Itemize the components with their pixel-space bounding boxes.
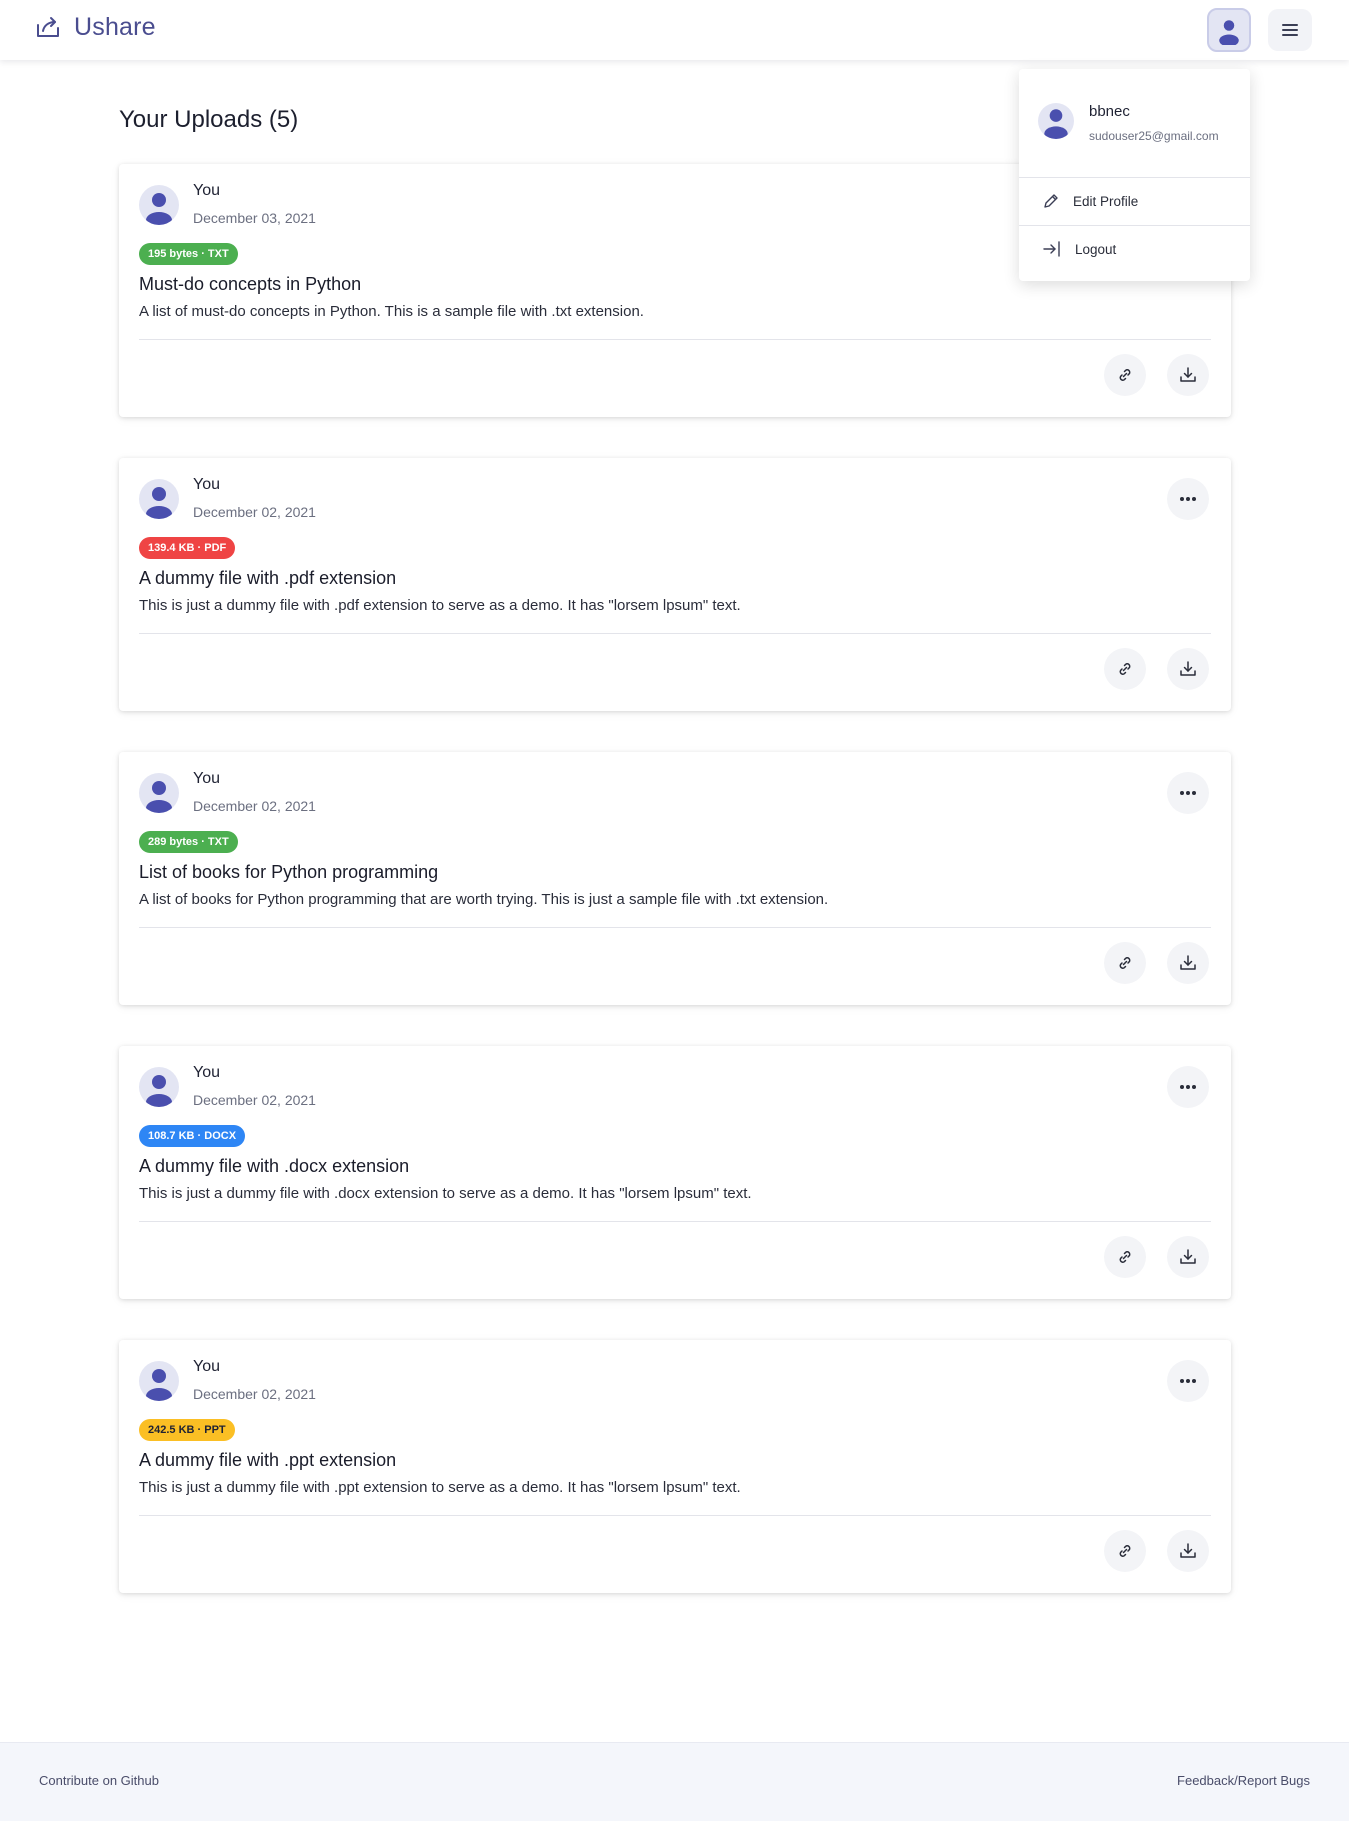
owner-name: You bbox=[193, 182, 220, 199]
user-dropdown-menu: bbnec sudouser25@gmail.com Edit Profile … bbox=[1019, 69, 1250, 281]
file-description: This is just a dummy file with .pdf exte… bbox=[139, 597, 741, 614]
download-icon bbox=[1180, 1543, 1196, 1558]
owner-name: You bbox=[193, 1064, 220, 1081]
dropdown-avatar bbox=[1038, 103, 1074, 139]
dropdown-email: sudouser25@gmail.com bbox=[1089, 129, 1219, 143]
upload-date: December 02, 2021 bbox=[193, 504, 316, 520]
top-navbar: Ushare bbox=[0, 0, 1349, 60]
footer: Contribute on Github Feedback/Report Bug… bbox=[0, 1742, 1349, 1821]
brand-logo-link[interactable]: Ushare bbox=[34, 12, 156, 42]
upload-card: You December 02, 2021 242.5 KB · PPT A dumm… bbox=[119, 1340, 1231, 1593]
link-icon bbox=[1119, 1545, 1131, 1557]
more-options-button[interactable] bbox=[1167, 772, 1209, 814]
link-icon bbox=[1119, 957, 1131, 969]
download-button[interactable] bbox=[1167, 648, 1209, 690]
owner-avatar bbox=[139, 479, 179, 519]
edit-profile-label: Edit Profile bbox=[1073, 193, 1139, 209]
more-options-button[interactable] bbox=[1167, 1066, 1209, 1108]
copy-link-button[interactable] bbox=[1104, 1530, 1146, 1572]
upload-date: December 03, 2021 bbox=[193, 210, 316, 226]
pencil-icon bbox=[1044, 194, 1058, 208]
file-title: List of books for Python programming bbox=[139, 862, 439, 882]
card-divider bbox=[139, 633, 1211, 634]
owner-avatar bbox=[139, 773, 179, 813]
user-avatar-icon bbox=[146, 781, 172, 813]
share-upload-icon bbox=[37, 17, 59, 37]
more-options-button[interactable] bbox=[1167, 1360, 1209, 1402]
card-divider bbox=[139, 1515, 1211, 1516]
file-title: A dummy file with .docx extension bbox=[139, 1156, 410, 1176]
owner-name: You bbox=[193, 770, 220, 787]
owner-avatar bbox=[139, 1361, 179, 1401]
file-description: A list of must-do concepts in Python. Th… bbox=[139, 303, 644, 320]
file-size-type-badge: 108.7 KB · DOCX bbox=[139, 1125, 246, 1147]
copy-link-button[interactable] bbox=[1104, 354, 1146, 396]
brand-name: Ushare bbox=[74, 12, 156, 41]
user-avatar-button[interactable] bbox=[1207, 8, 1251, 52]
card-divider bbox=[139, 1221, 1211, 1222]
owner-name: You bbox=[193, 476, 220, 493]
more-options-icon bbox=[1180, 497, 1196, 501]
contribute-github-link[interactable]: Contribute on Github bbox=[39, 1773, 159, 1788]
link-icon bbox=[1119, 369, 1131, 381]
download-button[interactable] bbox=[1167, 1236, 1209, 1278]
user-avatar-icon bbox=[146, 1075, 172, 1107]
file-title: A dummy file with .ppt extension bbox=[139, 1450, 397, 1470]
upload-date: December 02, 2021 bbox=[193, 1386, 316, 1402]
download-button[interactable] bbox=[1167, 1530, 1209, 1572]
user-avatar-icon bbox=[146, 1369, 172, 1401]
file-description: This is just a dummy file with .docx ext… bbox=[139, 1185, 752, 1202]
copy-link-button[interactable] bbox=[1104, 648, 1146, 690]
file-size-type-badge: 195 bytes · TXT bbox=[139, 243, 238, 265]
more-options-icon bbox=[1180, 1379, 1196, 1383]
file-description: A list of books for Python programming t… bbox=[139, 891, 829, 908]
page-title: Your Uploads (5) bbox=[119, 106, 299, 133]
more-options-icon bbox=[1180, 1085, 1196, 1089]
link-icon bbox=[1119, 663, 1131, 675]
user-avatar-icon bbox=[146, 487, 172, 519]
owner-name: You bbox=[193, 1358, 220, 1375]
owner-avatar bbox=[139, 185, 179, 225]
copy-link-button[interactable] bbox=[1104, 1236, 1146, 1278]
upload-card: You December 02, 2021 289 bytes · TXT List … bbox=[119, 752, 1231, 1005]
owner-avatar bbox=[139, 1067, 179, 1107]
user-avatar-icon bbox=[146, 193, 172, 225]
upload-card: You December 02, 2021 108.7 KB · DOCX A dum… bbox=[119, 1046, 1231, 1299]
card-divider bbox=[139, 927, 1211, 928]
download-button[interactable] bbox=[1167, 354, 1209, 396]
edit-profile-menu-item[interactable]: Edit Profile bbox=[1019, 178, 1250, 224]
file-size-type-badge: 242.5 KB · PPT bbox=[139, 1419, 235, 1441]
upload-card: You December 02, 2021 139.4 KB · PDF A dumm… bbox=[119, 458, 1231, 711]
copy-link-button[interactable] bbox=[1104, 942, 1146, 984]
download-button[interactable] bbox=[1167, 942, 1209, 984]
file-description: This is just a dummy file with .ppt exte… bbox=[139, 1479, 741, 1496]
user-avatar-icon bbox=[1219, 20, 1239, 45]
more-options-icon bbox=[1180, 791, 1196, 795]
link-icon bbox=[1119, 1251, 1131, 1263]
upload-date: December 02, 2021 bbox=[193, 1092, 316, 1108]
download-icon bbox=[1180, 367, 1196, 382]
hamburger-menu-button[interactable] bbox=[1268, 9, 1312, 51]
logout-menu-item[interactable]: Logout bbox=[1019, 226, 1250, 272]
download-icon bbox=[1180, 661, 1196, 676]
file-title: Must-do concepts in Python bbox=[139, 274, 362, 294]
feedback-report-bugs-link[interactable]: Feedback/Report Bugs bbox=[1177, 1773, 1310, 1788]
logout-icon bbox=[1043, 241, 1060, 257]
download-icon bbox=[1180, 955, 1196, 970]
download-icon bbox=[1180, 1249, 1196, 1264]
file-size-type-badge: 139.4 KB · PDF bbox=[139, 537, 236, 559]
file-title: A dummy file with .pdf extension bbox=[139, 568, 397, 588]
upload-date: December 02, 2021 bbox=[193, 798, 316, 814]
logout-label: Logout bbox=[1075, 241, 1117, 257]
user-avatar-icon bbox=[1044, 109, 1068, 139]
dropdown-username: bbnec bbox=[1089, 103, 1130, 120]
file-size-type-badge: 289 bytes · TXT bbox=[139, 831, 238, 853]
card-divider bbox=[139, 339, 1211, 340]
more-options-button[interactable] bbox=[1167, 478, 1209, 520]
hamburger-icon bbox=[1282, 24, 1298, 36]
